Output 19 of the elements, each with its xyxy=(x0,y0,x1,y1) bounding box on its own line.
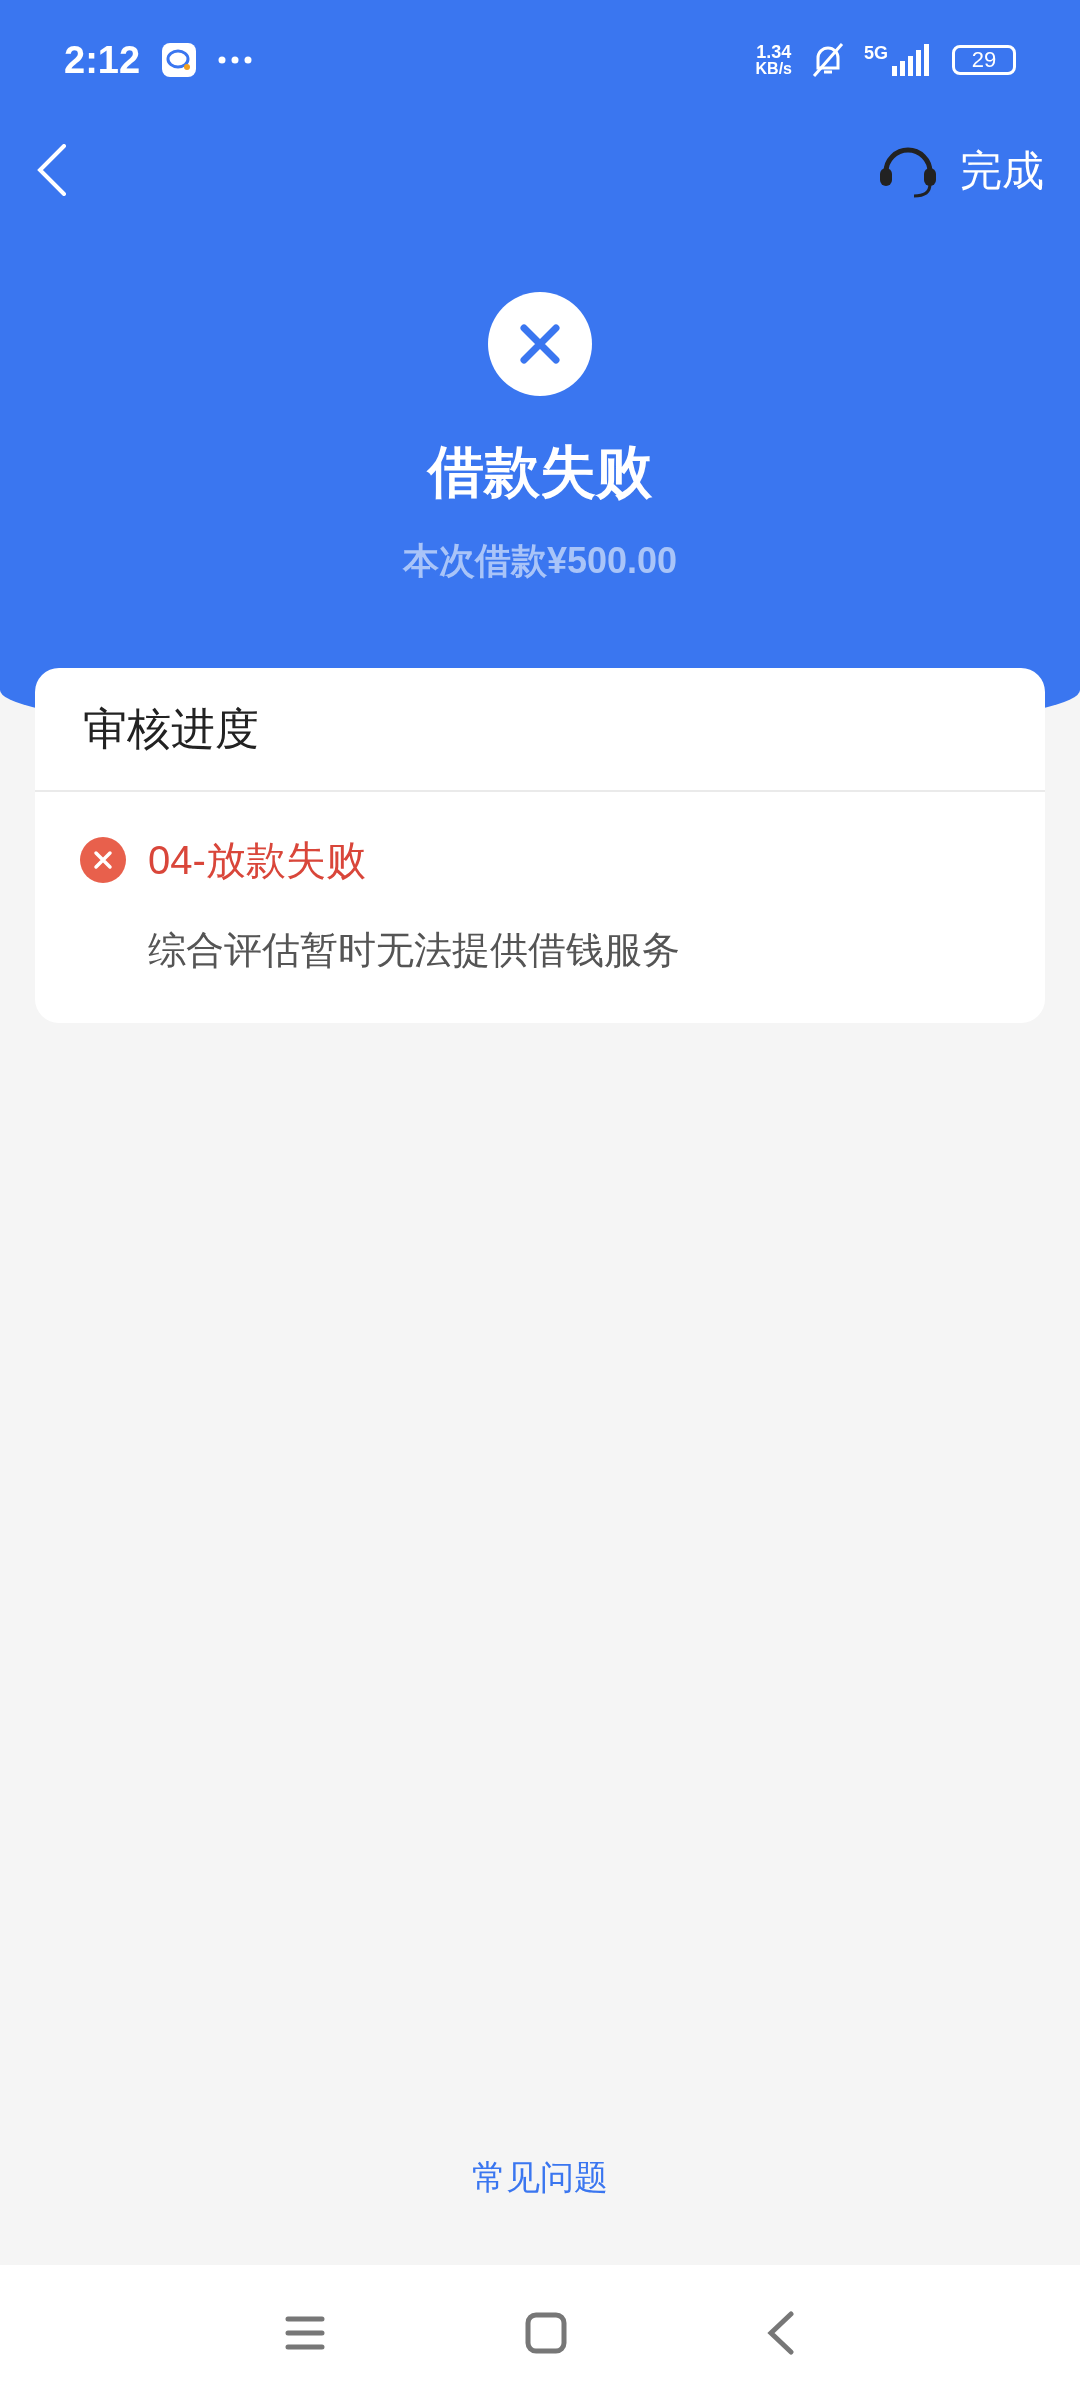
result-title: 借款失败 xyxy=(428,439,652,505)
done-button[interactable]: 完成 xyxy=(960,138,1044,202)
more-icon xyxy=(218,56,253,64)
speed-unit: KB/s xyxy=(755,61,792,77)
step-detail: 综合评估暂时无法提供借钱服务 xyxy=(148,928,681,973)
back-nav-icon[interactable] xyxy=(767,2310,795,2355)
faq-link[interactable]: 常见问题 xyxy=(472,2152,608,2203)
loan-amount: 本次借款¥500.00 xyxy=(402,539,678,583)
step-title: 04-放款失败 xyxy=(148,837,366,884)
signal-icon xyxy=(890,44,930,76)
battery-indicator: 29 xyxy=(952,45,1016,75)
card-title: 审核进度 xyxy=(83,703,259,755)
network-type: 5G xyxy=(864,44,888,62)
chat-app-icon xyxy=(162,43,197,77)
network-speed: 1.34 xyxy=(756,43,792,61)
back-icon[interactable] xyxy=(36,144,68,196)
status-time: 2:12 xyxy=(64,37,141,83)
home-icon[interactable] xyxy=(525,2311,567,2354)
menu-icon[interactable] xyxy=(285,2314,325,2351)
